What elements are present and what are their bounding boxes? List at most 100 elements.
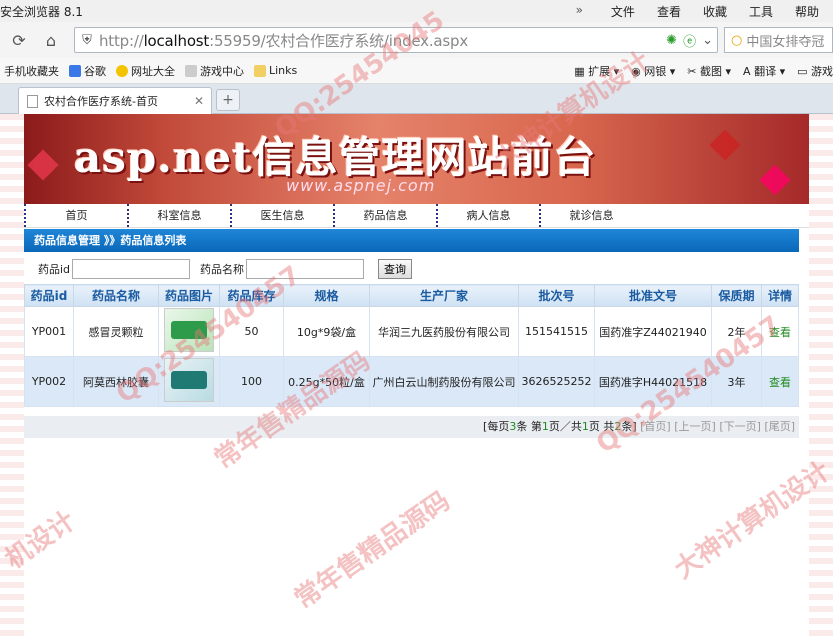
col-image: 药品图片 — [158, 284, 220, 307]
heart-decoration — [27, 149, 59, 181]
pager-text: 条] — [621, 420, 637, 433]
pager-text: [每页 — [483, 420, 510, 433]
col-approval: 批准文号 — [594, 284, 712, 307]
nav-doctors[interactable]: 医生信息 — [230, 204, 333, 227]
google-icon — [69, 64, 81, 77]
nav-departments[interactable]: 科室信息 — [127, 204, 230, 227]
left-decoration — [0, 114, 24, 640]
chevron-down-icon[interactable]: ⌄ — [702, 33, 713, 48]
browser-nav-bar: ⟳ ⌂ ⛨ http://localhost:55959/农村合作医疗系统/in… — [0, 22, 833, 58]
menu-favorites[interactable]: 收藏 — [703, 3, 727, 20]
cell-stock: 50 — [219, 306, 284, 357]
pager-text: 条 第 — [516, 420, 542, 433]
drug-name-input[interactable] — [246, 259, 365, 279]
fav-google[interactable]: 谷歌 — [69, 63, 106, 79]
cell-batch: 151541515 — [518, 306, 595, 357]
search-form: 药品id 药品名称 查询 — [24, 256, 799, 282]
address-bar[interactable]: ⛨ http://localhost:55959/农村合作医疗系统/index.… — [74, 27, 718, 53]
pager-current: 1 — [541, 420, 549, 433]
cell-maker: 华润三九医药股份有限公司 — [369, 306, 519, 357]
col-spec: 规格 — [283, 284, 370, 307]
query-button[interactable]: 查询 — [378, 259, 413, 279]
fav-mobile[interactable]: 手机收藏夹 — [4, 63, 59, 79]
col-shelf: 保质期 — [711, 284, 762, 307]
col-name: 药品名称 — [73, 284, 159, 307]
cell-image — [158, 306, 220, 357]
drug-id-input[interactable] — [72, 259, 191, 279]
fav-links[interactable]: Links — [254, 64, 297, 77]
fav-hao123[interactable]: 网址大全 — [116, 63, 175, 79]
tool-banking[interactable]: ◉ 网银 ▾ — [631, 63, 675, 79]
refresh-icon[interactable]: ⟳ — [6, 27, 32, 53]
browser-title: 安全浏览器 8.1 — [0, 4, 83, 19]
pager-prev[interactable]: [上一页] — [674, 420, 716, 433]
gamepad-icon — [185, 64, 197, 77]
cell-name: 阿莫西林胶囊 — [73, 356, 159, 407]
view-link[interactable]: 查看 — [769, 376, 791, 389]
view-link[interactable]: 查看 — [769, 326, 791, 339]
tool-extensions[interactable]: ▦ 扩展 ▾ — [574, 63, 619, 79]
cell-spec: 0.25g*50粒/盒 — [283, 356, 370, 407]
col-batch: 批次号 — [518, 284, 595, 307]
drug-name-label: 药品名称 — [200, 263, 245, 276]
nav-patients[interactable]: 病人信息 — [436, 204, 539, 227]
pager-last[interactable]: [尾页] — [764, 420, 795, 433]
browser-title-bar: 安全浏览器 8.1 » 文件 查看 收藏 工具 帮助 — [0, 0, 833, 22]
tool-games[interactable]: ▭ 游戏 — [797, 63, 833, 79]
browser-menu: » 文件 查看 收藏 工具 帮助 — [576, 3, 833, 20]
tab-home[interactable]: 农村合作医疗系统-首页 ✕ — [18, 87, 212, 114]
drug-table: 药品id 药品名称 药品图片 药品库存 规格 生产厂家 批次号 批准文号 保质期… — [24, 284, 799, 407]
close-icon[interactable]: ✕ — [194, 94, 204, 108]
url-text[interactable]: http://localhost:55959/农村合作医疗系统/index.as… — [99, 30, 468, 51]
menu-tools[interactable]: 工具 — [749, 3, 773, 20]
search-box[interactable]: ○ 中国女排夺冠 — [724, 27, 833, 53]
pager-total-pages: 1 — [581, 420, 589, 433]
menu-view[interactable]: 查看 — [657, 3, 681, 20]
cell-stock: 100 — [219, 356, 284, 407]
col-detail: 详情 — [761, 284, 799, 307]
pager-next[interactable]: [下一页] — [719, 420, 761, 433]
home-icon[interactable]: ⌂ — [38, 27, 64, 53]
pager-first[interactable]: [首页] — [640, 420, 671, 433]
cell-detail: 查看 — [761, 356, 799, 407]
pager-text: 页 共 — [588, 420, 615, 433]
cell-spec: 10g*9袋/盒 — [283, 306, 370, 357]
drug-image — [164, 308, 214, 352]
new-tab-button[interactable]: + — [216, 89, 240, 111]
folder-icon — [254, 64, 266, 77]
cell-shelf: 3年 — [711, 356, 762, 407]
nav-drugs[interactable]: 药品信息 — [333, 204, 436, 227]
fav-games[interactable]: 游戏中心 — [185, 63, 244, 79]
menu-help[interactable]: 帮助 — [795, 3, 819, 20]
nav-visits[interactable]: 就诊信息 — [539, 204, 642, 227]
cell-name: 感冒灵颗粒 — [73, 306, 159, 357]
loading-icon[interactable]: ✺ — [666, 33, 677, 48]
right-decoration — [809, 114, 833, 640]
col-id: 药品id — [24, 284, 74, 307]
shield-icon: ⛨ — [82, 32, 92, 48]
menu-file[interactable]: 文件 — [611, 3, 635, 20]
cell-approval: 国药准字H44021518 — [594, 356, 712, 407]
site-icon — [116, 64, 128, 77]
cell-id: YP002 — [24, 356, 74, 407]
table-row: YP001 感冒灵颗粒 50 10g*9袋/盒 华润三九医药股份有限公司 151… — [24, 306, 799, 357]
pager: [每页3条 第1页／共1页 共2条] [首页] [上一页] [下一页] [尾页] — [24, 416, 799, 438]
cell-image — [158, 356, 220, 407]
drug-id-label: 药品id — [38, 263, 71, 276]
tool-screenshot[interactable]: ✂ 截图 ▾ — [687, 63, 731, 79]
col-stock: 药品库存 — [219, 284, 284, 307]
tab-title: 农村合作医疗系统-首页 — [44, 95, 158, 108]
drug-image — [164, 358, 214, 402]
ie-compat-icon[interactable]: ⓔ — [683, 31, 696, 50]
cell-batch: 3626525252 — [518, 356, 595, 407]
banner-subtitle: www.aspnej.com — [286, 176, 436, 195]
cell-id: YP001 — [24, 306, 74, 357]
nav-home[interactable]: 首页 — [24, 204, 127, 227]
site-nav: 首页 科室信息 医生信息 药品信息 病人信息 就诊信息 — [24, 204, 809, 228]
site-banner: asp.net信息管理网站前台 www.aspnej.com — [24, 114, 809, 204]
favorites-bar: 手机收藏夹 谷歌 网址大全 游戏中心 Links ▦ 扩展 ▾ ◉ 网银 ▾ ✂… — [0, 58, 833, 84]
web-page: asp.net信息管理网站前台 www.aspnej.com 首页 科室信息 医… — [0, 114, 833, 640]
tool-translate[interactable]: A 翻译 ▾ — [743, 63, 785, 79]
chevron-double-right-icon[interactable]: » — [576, 3, 583, 20]
pager-text: 页／共 — [548, 420, 582, 433]
